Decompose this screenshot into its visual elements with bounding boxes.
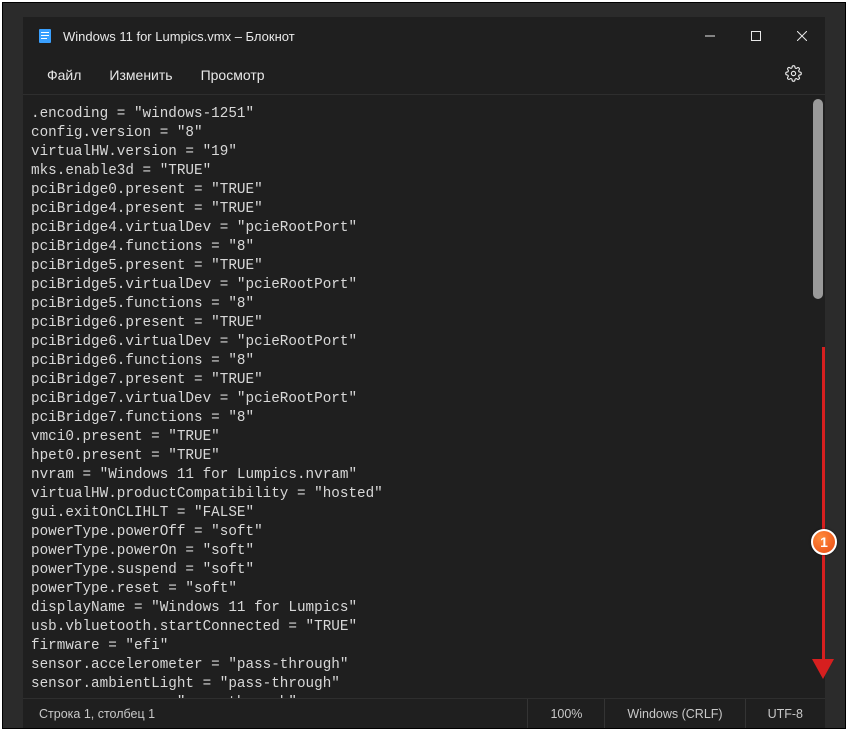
menubar: Файл Изменить Просмотр	[23, 55, 825, 95]
titlebar[interactable]: Windows 11 for Lumpics.vmx – Блокнот	[23, 17, 825, 55]
minimize-button[interactable]	[687, 17, 733, 55]
close-button[interactable]	[779, 17, 825, 55]
notepad-icon	[37, 28, 53, 44]
statusbar: Строка 1, столбец 1 100% Windows (CRLF) …	[23, 698, 825, 728]
gear-icon	[785, 65, 802, 85]
status-eol: Windows (CRLF)	[604, 699, 744, 728]
window-title: Windows 11 for Lumpics.vmx – Блокнот	[63, 29, 295, 44]
status-encoding: UTF-8	[745, 699, 825, 728]
scrollbar-thumb[interactable]	[813, 99, 823, 299]
maximize-button[interactable]	[733, 17, 779, 55]
vertical-scrollbar[interactable]	[811, 95, 825, 698]
text-editor[interactable]: .encoding = "windows-1251" config.versio…	[23, 95, 811, 698]
menu-edit[interactable]: Изменить	[95, 61, 186, 89]
settings-button[interactable]	[777, 59, 809, 91]
menu-view[interactable]: Просмотр	[187, 61, 279, 89]
menu-file[interactable]: Файл	[33, 61, 95, 89]
status-position: Строка 1, столбец 1	[23, 707, 155, 721]
status-zoom: 100%	[527, 699, 604, 728]
notepad-window: Windows 11 for Lumpics.vmx – Блокнот Фай…	[23, 17, 825, 728]
